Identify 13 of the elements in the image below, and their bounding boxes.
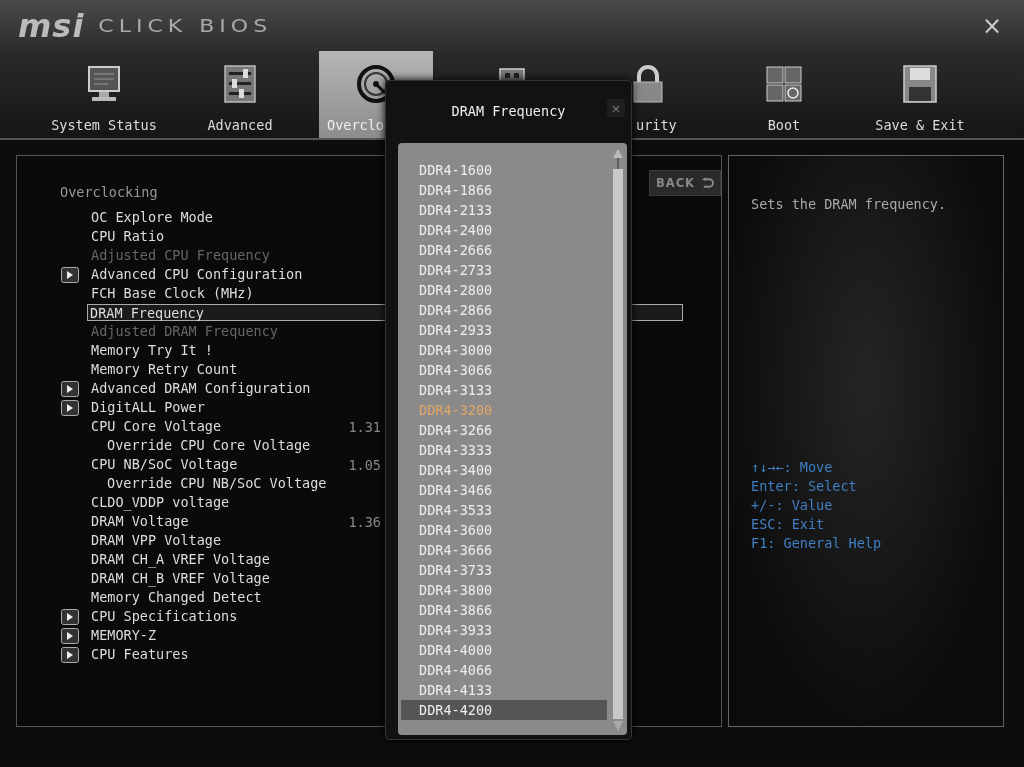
- key-hint: ESC: Exit: [751, 516, 826, 534]
- help-text: Sets the DRAM frequency.: [751, 196, 948, 212]
- section-title: Overclocking: [60, 184, 158, 200]
- setting-value: 1.36: [348, 513, 381, 530]
- key-hint: +/-: Value: [751, 497, 834, 515]
- key-hint: F1: General Help: [751, 535, 883, 553]
- key-hint: Enter: Select: [751, 478, 858, 496]
- setting-value: 1.05: [348, 456, 381, 473]
- brand-logo: msi: [18, 6, 85, 45]
- dialog-title: DRAM Frequency: [451, 103, 566, 119]
- product-name: CLICK BIOS: [98, 15, 273, 36]
- setting-value: 1.31: [348, 418, 381, 435]
- key-hint: ↑↓→←: Move: [751, 459, 834, 477]
